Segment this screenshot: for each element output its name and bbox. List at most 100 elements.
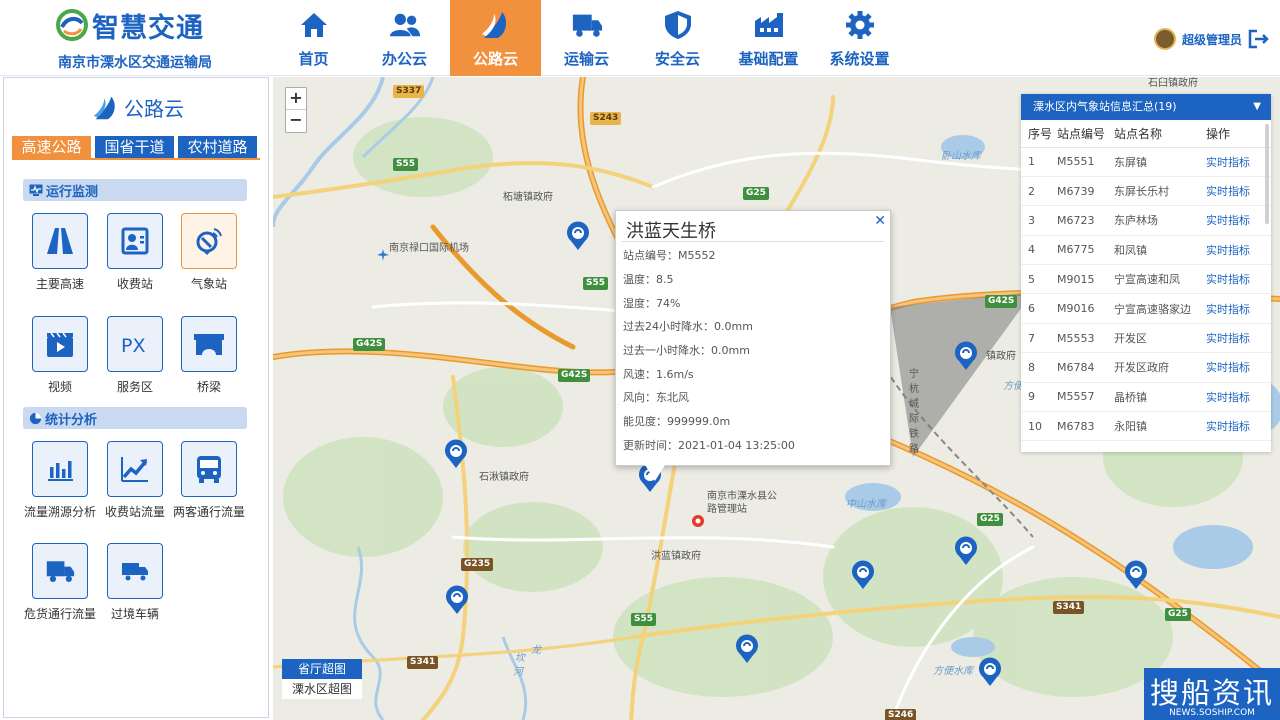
tab-national-provincial[interactable]: 国省干道 [95, 136, 174, 158]
table-cell: 宁宣高速和凤 [1114, 264, 1206, 295]
section-monitoring: 运行监测 [23, 179, 247, 201]
popup-title: 洪蓝天生桥 [626, 221, 716, 242]
brand-logo-icon [56, 9, 88, 41]
realtime-metrics-link[interactable]: 实时指标 [1206, 382, 1271, 413]
nav-office[interactable]: 办公云 [359, 0, 450, 76]
user-name[interactable]: 超级管理员 [1182, 31, 1242, 48]
table-row[interactable]: 4 M6775 和凤镇 实时指标 [1021, 235, 1271, 266]
table-row[interactable]: 5 M9015 宁宣高速和凤 实时指标 [1021, 264, 1271, 295]
pie-chart-icon [29, 412, 42, 424]
map-label-honglan: 洪蓝镇政府 [651, 551, 701, 562]
realtime-metrics-link[interactable]: 实时指标 [1206, 293, 1271, 324]
map-label-long: 龙 [531, 645, 541, 656]
table-row[interactable]: 2 M6739 东屏长乐村 实时指标 [1021, 176, 1271, 207]
table-cell: 6 [1021, 293, 1057, 324]
tile-hazmat-flow[interactable]: 危货通行流量 [20, 543, 100, 622]
tab-lishui-map[interactable]: 溧水区超图 [282, 679, 362, 699]
table-row[interactable]: 10 M6783 永阳镇 实时指标 [1021, 411, 1271, 442]
realtime-metrics-link[interactable]: 实时指标 [1206, 147, 1271, 177]
table-row[interactable]: 9 M5557 晶桥镇 实时指标 [1021, 382, 1271, 413]
nav-highway[interactable]: 公路云 [450, 0, 541, 76]
zoom-out-button[interactable]: − [286, 110, 306, 132]
tile-service-area[interactable]: PX 服务区 [95, 316, 175, 395]
tile-toll-flow[interactable]: 收费站流量 [95, 441, 175, 520]
shield-icon [664, 11, 691, 39]
factory-icon [754, 13, 783, 37]
realtime-metrics-link[interactable]: 实时指标 [1206, 176, 1271, 207]
weather-station-pin[interactable] [565, 221, 591, 251]
satellite-dish-icon [196, 228, 222, 255]
table-row[interactable]: 6 M9016 宁宣高速骆家边 实时指标 [1021, 293, 1271, 324]
panel-title: 公路云 [124, 97, 184, 121]
nav-transport[interactable]: 运输云 [541, 0, 632, 76]
road-shield: G42S [558, 369, 591, 382]
tile-video[interactable]: 视频 [20, 316, 100, 395]
tile-main-expressway[interactable]: 主要高速 [20, 213, 100, 292]
nav-system-settings[interactable]: 系统设置 [814, 0, 905, 76]
weather-station-pin[interactable] [953, 341, 979, 371]
tab-province-map[interactable]: 省厅超图 [282, 659, 362, 679]
weather-station-pin[interactable] [953, 536, 979, 566]
road-shield: S55 [583, 277, 609, 290]
weather-station-pin[interactable] [734, 634, 760, 664]
table-row[interactable]: 3 M6723 东庐林场 实时指标 [1021, 205, 1271, 236]
road-shield: G42S [985, 295, 1018, 308]
realtime-metrics-link[interactable]: 实时指标 [1206, 264, 1271, 295]
tile-flow-trace[interactable]: 流量溯源分析 [20, 441, 100, 520]
table-row[interactable]: 8 M6784 开发区政府 实时指标 [1021, 352, 1271, 383]
map-view[interactable]: + − 南京禄口国际机场 柘塘镇政府 石湫镇政府 洪蓝镇政府 南京市溧水县公路管… [273, 77, 1280, 720]
realtime-metrics-link[interactable]: 实时指标 [1206, 235, 1271, 266]
nav-home[interactable]: 首页 [268, 0, 359, 76]
logout-icon[interactable] [1248, 29, 1270, 49]
station-list-header[interactable]: 溧水区内气象站信息汇总(19) ▼ [1021, 94, 1271, 120]
avatar[interactable] [1153, 28, 1176, 50]
chevron-down-icon[interactable]: ▼ [1253, 94, 1261, 120]
tile-bridge[interactable]: 桥梁 [169, 316, 249, 395]
realtime-metrics-link[interactable]: 实时指标 [1206, 352, 1271, 383]
nav-safety[interactable]: 安全云 [632, 0, 723, 76]
gear-icon [845, 11, 874, 39]
tab-expressway[interactable]: 高速公路 [12, 136, 91, 158]
nav-label: 运输云 [563, 50, 609, 68]
road-shield: S341 [407, 656, 439, 669]
map-label-fangbian: 方便水库 [933, 666, 973, 677]
road-shield: S243 [590, 112, 622, 125]
map-label-zhongshan: 中山水库 [846, 499, 886, 510]
section-title: 运行监测 [46, 184, 99, 200]
tile-weather-station[interactable]: 气象站 [169, 213, 249, 292]
nav-base-config[interactable]: 基础配置 [723, 0, 814, 76]
col-header: 序号 [1021, 120, 1057, 148]
close-icon[interactable]: ✕ [874, 213, 886, 229]
map-label-town: 镇政府 [986, 351, 1016, 362]
map-label-xieshan: 卧山水库 [941, 151, 981, 162]
tile-transit-vehicles[interactable]: 过境车辆 [95, 543, 175, 622]
table-cell: 2 [1021, 176, 1057, 207]
station-popup: 洪蓝天生桥 ✕ 站点编号：M5552 温度：8.5 湿度：74% 过去24小时降… [615, 210, 891, 466]
table-row[interactable]: 1 M5551 东屏镇 实时指标 [1021, 147, 1271, 177]
tile-passenger-flow[interactable]: 两客通行流量 [169, 441, 249, 520]
scrollbar[interactable] [1265, 124, 1269, 224]
nav-label: 基础配置 [738, 50, 799, 68]
popup-pointer [645, 465, 665, 481]
map-label-shiqiu: 石湫镇政府 [479, 472, 529, 483]
tile-toll-station[interactable]: 收费站 [95, 213, 175, 292]
weather-station-pin[interactable] [850, 560, 876, 590]
airplane-icon [377, 249, 389, 261]
map-label-kan: 坎 [515, 653, 525, 664]
realtime-metrics-link[interactable]: 实时指标 [1206, 205, 1271, 236]
weather-station-pin[interactable] [444, 585, 470, 615]
table-cell: M6723 [1057, 205, 1114, 236]
realtime-metrics-link[interactable]: 实时指标 [1206, 411, 1271, 442]
tab-rural[interactable]: 农村道路 [178, 136, 257, 158]
road-shield: G42S [353, 338, 386, 351]
table-row[interactable]: 7 M5553 开发区 实时指标 [1021, 323, 1271, 354]
weather-station-pin[interactable] [443, 439, 469, 469]
zoom-in-button[interactable]: + [286, 88, 306, 110]
bus-icon [197, 456, 221, 483]
weather-station-pin[interactable] [977, 657, 1003, 687]
table-cell: M5557 [1057, 382, 1114, 413]
truck-icon [46, 561, 75, 583]
popup-row: 湿度：74% [623, 297, 681, 310]
weather-station-pin[interactable] [1123, 560, 1149, 590]
realtime-metrics-link[interactable]: 实时指标 [1206, 323, 1271, 354]
